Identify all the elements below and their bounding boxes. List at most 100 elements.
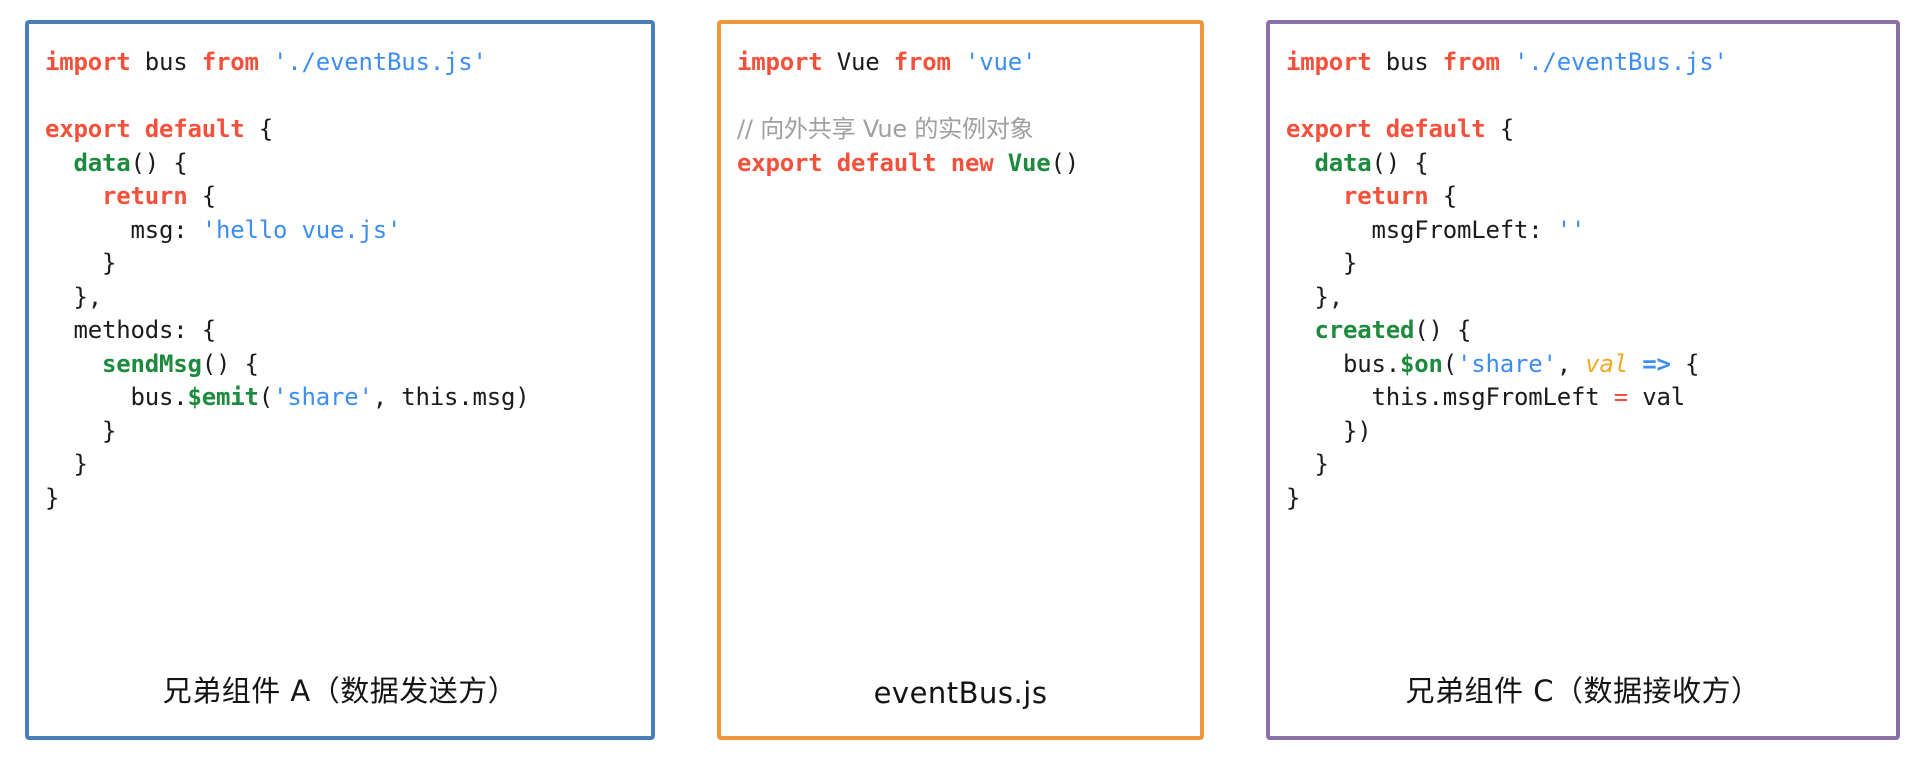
code-block-sibling-a: import bus from './eventBus.js' export d… [29,24,651,515]
code-line: }, [45,281,651,315]
code-token: '' [1556,215,1586,244]
code-line: methods: { [45,314,651,348]
code-token: } [45,483,60,512]
code-line: } [45,415,651,449]
code-token: Vue [822,48,894,76]
code-line: import bus from './eventBus.js' [1286,46,1896,80]
panel-caption-event-bus: eventBus.js [873,676,1048,710]
code-token: () { [130,148,188,177]
code-line: msgFromLeft: '' [1286,214,1896,248]
code-line: import Vue from 'vue' [737,46,1200,80]
code-token: methods: { [45,316,216,344]
code-token: 'vue' [965,48,1037,76]
panel-caption-sibling-a: 兄弟组件 A（数据发送方） [162,674,518,708]
code-line: this.msgFromLeft = val [1286,381,1896,415]
code-token: sendMsg [102,349,202,378]
code-token: $emit [187,383,259,411]
code-token: val [1585,349,1628,378]
code-token: return [1343,182,1429,210]
code-token: () { [1371,148,1429,177]
code-token: }, [45,282,102,311]
code-token: ( [1442,349,1457,378]
code-token: }) [1286,416,1372,445]
code-token: () { [1414,316,1472,344]
code-token: 'share' [273,383,373,411]
code-token: { [1485,115,1514,143]
code-token: from [201,48,259,76]
code-line: bus.$emit('share', this.msg) [45,381,651,415]
eventbus-diagram: import bus from './eventBus.js' export d… [0,0,1918,761]
code-token: = [1613,383,1628,411]
code-token: { [187,182,216,210]
code-token: bus. [1286,349,1400,378]
code-token: { [1428,182,1457,210]
code-token: export default [45,115,245,143]
code-token: export default new [737,148,994,177]
code-token: bus [130,48,202,76]
code-line: return { [45,180,651,214]
panel-sibling-a: import bus from './eventBus.js' export d… [25,20,655,740]
code-line: } [1286,482,1896,516]
code-line: import bus from './eventBus.js' [45,46,651,80]
code-line: } [45,482,651,516]
code-token: } [45,249,117,277]
panel-caption-sibling-c: 兄弟组件 C（数据接收方） [1405,674,1761,708]
code-line: bus.$on('share', val => { [1286,348,1896,382]
code-token: 'share' [1457,349,1557,378]
code-line: msg: 'hello vue.js' [45,214,651,248]
code-token: }, [1286,282,1343,311]
code-token: created [1314,316,1415,344]
code-token: $on [1400,349,1443,378]
code-line: }, [1286,281,1896,315]
code-token: ( [258,383,273,411]
code-line: }) [1286,415,1896,449]
code-token: from [1442,48,1500,76]
code-line: export default new Vue() [737,147,1200,181]
code-token: return [102,182,188,210]
code-line: data() { [1286,147,1896,181]
code-token: } [45,416,117,445]
code-token: , this.msg) [372,383,530,411]
code-token: 'hello vue.js' [201,215,402,244]
code-line: sendMsg() { [45,348,651,382]
code-token: () [1050,148,1080,177]
code-token: // 向外共享 Vue 的实例对象 [737,115,1034,143]
code-token: import [737,48,823,76]
code-token: () { [201,349,259,378]
code-token: from [893,48,951,76]
code-token: { [1670,349,1700,378]
code-line: data() { [45,147,651,181]
code-line: export default { [1286,113,1896,147]
code-token: msgFromLeft: [1286,215,1557,244]
code-token: import [1286,48,1372,76]
code-line: } [45,247,651,281]
code-block-sibling-c: import bus from './eventBus.js' export d… [1270,24,1896,515]
code-line: export default { [45,113,651,147]
panel-sibling-c: import bus from './eventBus.js' export d… [1266,20,1900,740]
code-token: './eventBus.js' [1514,48,1728,76]
code-token: } [45,450,88,478]
code-line: } [45,448,651,482]
code-line: return { [1286,180,1896,214]
code-line: } [1286,448,1896,482]
code-token: Vue [1007,148,1051,177]
code-token: bus [1371,48,1443,76]
code-token: this.msgFromLeft [1286,383,1614,411]
code-token: val [1627,383,1685,411]
code-line: } [1286,247,1896,281]
code-token: , [1556,349,1586,378]
code-line: // 向外共享 Vue 的实例对象 [737,113,1200,147]
code-token: } [1286,483,1301,512]
